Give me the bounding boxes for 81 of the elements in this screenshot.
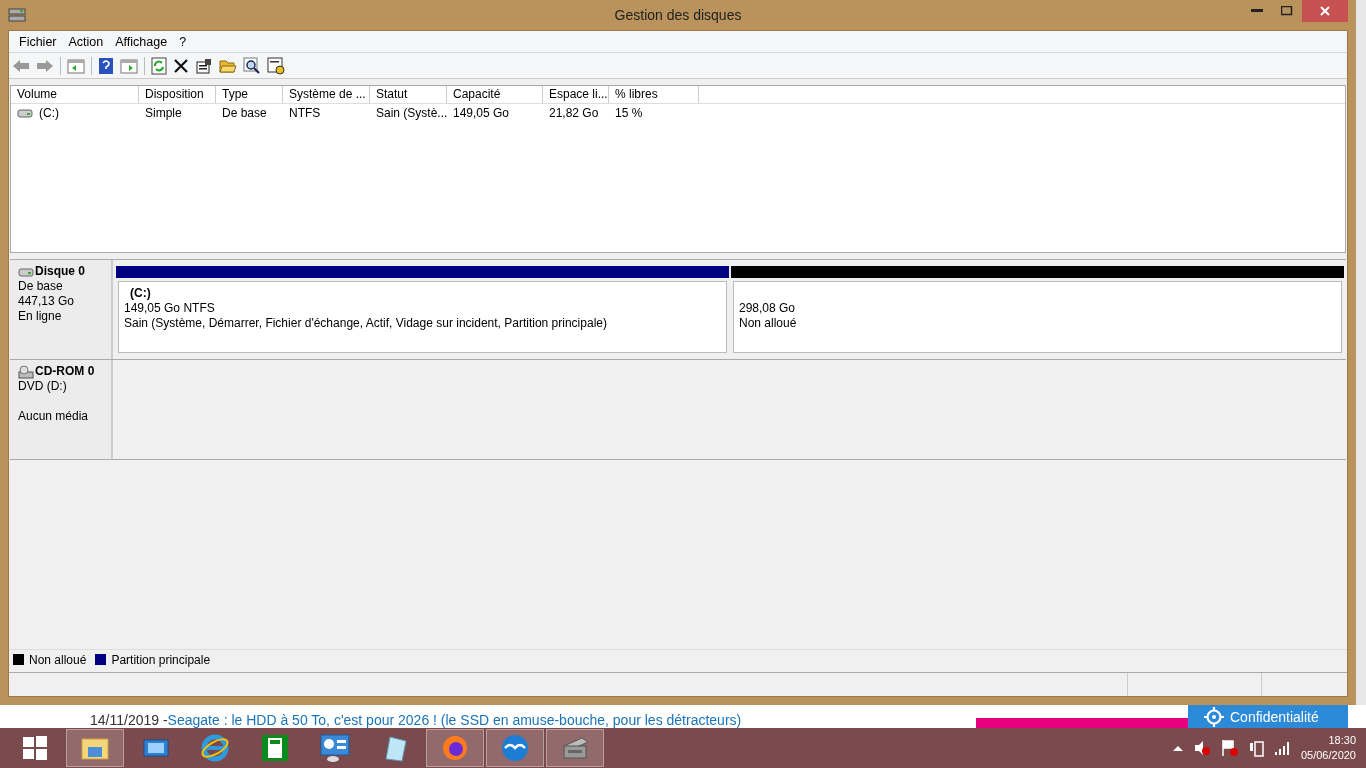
partition-label: (C:) (129, 286, 152, 301)
chevron-up-icon[interactable] (1172, 745, 1183, 751)
taskbar-app[interactable] (546, 729, 604, 767)
partition-size: 149,05 Go NTFS (124, 301, 216, 316)
disk-drive-icon (18, 266, 34, 277)
disk-detail: De base (18, 279, 64, 294)
page-scrollbar[interactable] (1356, 0, 1366, 705)
close-icon (1320, 6, 1330, 16)
partition-status: Non alloué (739, 316, 798, 331)
column-header[interactable]: % libres (609, 86, 699, 103)
battery-plug-icon[interactable] (1248, 739, 1265, 757)
table-cell-text: Simple (144, 106, 183, 120)
privacy-button[interactable]: Confidentialité (1188, 705, 1348, 728)
disk-drive-icon (8, 7, 26, 23)
firefox-icon (440, 733, 470, 763)
column-header[interactable]: Espace li... (543, 86, 609, 103)
minimize-icon (1251, 9, 1263, 13)
screen-icon (140, 737, 170, 759)
gear-icon (1204, 706, 1224, 727)
drive-icon (17, 108, 33, 118)
table-cell-text: 21,82 Go (548, 106, 600, 120)
news-link[interactable]: Seagate : le HDD à 50 To, c'est pour 2026 ! (le SSD en amuse-bouche, pour les détracteurs) (167, 712, 742, 728)
magnifier-icon[interactable] (243, 56, 261, 75)
column-header[interactable]: Disposition (139, 86, 216, 103)
partition-status: Sain (Système, Démarrer, Fichier d'échange, Actif, Vidage sur incident, Partition principale) (124, 316, 608, 331)
signal-bars-icon[interactable] (1274, 741, 1291, 755)
table-cell: (C:) (39, 106, 59, 120)
back-arrow-icon[interactable] (12, 58, 30, 73)
window-title: Gestion des disques (614, 7, 742, 23)
unallocated-block[interactable]: 298,08 Go Non alloué (731, 279, 1344, 355)
refresh-icon[interactable] (151, 56, 167, 75)
column-header[interactable]: Type (216, 86, 283, 103)
folder-icon (80, 735, 110, 761)
table-cell-text: 15 % (614, 106, 644, 120)
menu-item[interactable]: Action (62, 34, 110, 49)
taskbar-app[interactable] (486, 729, 544, 767)
taskbar-app[interactable] (66, 729, 124, 767)
panel-left-icon[interactable] (67, 57, 85, 74)
table-cell-text: NTFS (288, 106, 322, 120)
clock-date: 05/06/2020 (1300, 748, 1356, 763)
menu-item[interactable]: Affichage (109, 34, 174, 49)
column-header[interactable]: Capacité (447, 86, 543, 103)
disk-name: CD-ROM 0 (35, 364, 95, 379)
flag-error-icon[interactable] (1220, 739, 1239, 757)
disk-detail: DVD (D:) (18, 379, 68, 394)
column-header[interactable]: Système de ... (283, 86, 370, 103)
close-button[interactable] (1302, 0, 1348, 22)
column-header[interactable]: Volume (11, 86, 139, 103)
table-cell-text: Sain (Systè... (375, 106, 447, 120)
browser-icon (200, 733, 230, 763)
partition-block[interactable]: (C:) 149,05 Go NTFS Sain (Système, Démarrer, Fichier d'échange, Actif, Vidage sur incident, Partition principale) (116, 279, 729, 355)
speaker-muted-icon[interactable] (1192, 740, 1211, 756)
menu-item[interactable]: Fichier (13, 34, 63, 49)
disk-detail: 447,13 Go (18, 294, 76, 309)
folder-open-icon[interactable] (219, 57, 237, 74)
delete-icon[interactable] (173, 57, 189, 74)
table-cell-text: De base (221, 106, 268, 120)
disk-detail: Aucun média (18, 409, 90, 424)
properties-icon[interactable] (195, 57, 213, 74)
news-date: 14/11/2019 - (90, 712, 168, 728)
legend-label: Non alloué (29, 652, 87, 667)
legend-label: Partition principale (111, 652, 211, 667)
clock-time: 18:30 (1328, 733, 1356, 748)
clock[interactable]: 18:30 05/06/2020 (1300, 733, 1356, 763)
column-header[interactable]: Statut (370, 86, 447, 103)
disk-detail: En ligne (18, 309, 63, 324)
windows-logo-icon (23, 736, 47, 760)
disk-name: Disque 0 (35, 264, 85, 279)
forward-arrow-icon[interactable] (36, 58, 54, 73)
panel-right-icon[interactable] (120, 57, 138, 74)
help-icon[interactable] (98, 56, 114, 75)
control-panel-icon (319, 733, 351, 763)
settings-icon[interactable] (267, 56, 285, 75)
calculator-icon (261, 734, 289, 762)
cd-drive-icon (18, 364, 34, 379)
table-cell-text: 149,05 Go (452, 106, 511, 120)
maximize-icon (1281, 6, 1293, 16)
partition-size: 298,08 Go (739, 301, 797, 316)
gulls-icon (500, 733, 530, 763)
disk-drive-icon (560, 734, 590, 762)
menu-item[interactable]: ? (173, 34, 193, 49)
